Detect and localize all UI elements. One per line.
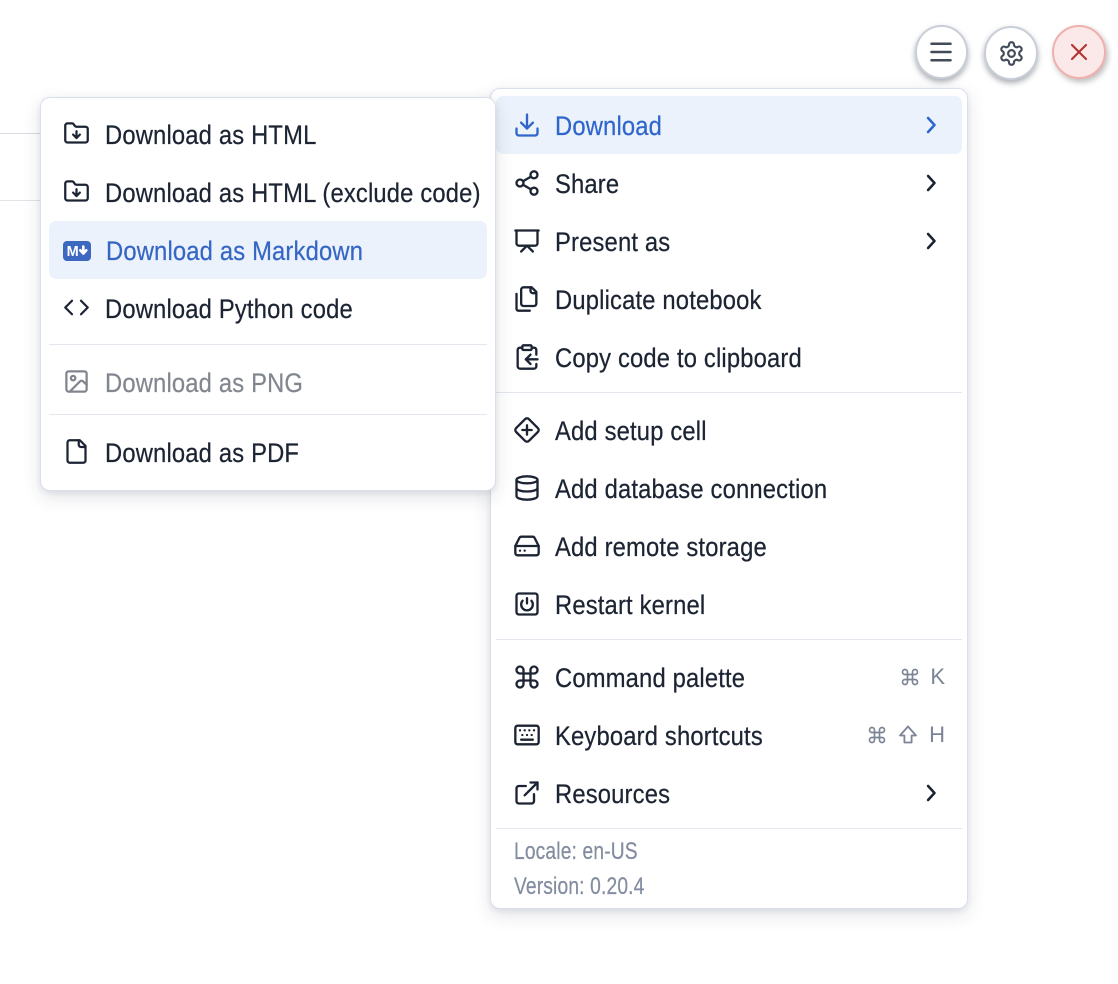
svg-text:M: M — [67, 244, 79, 260]
